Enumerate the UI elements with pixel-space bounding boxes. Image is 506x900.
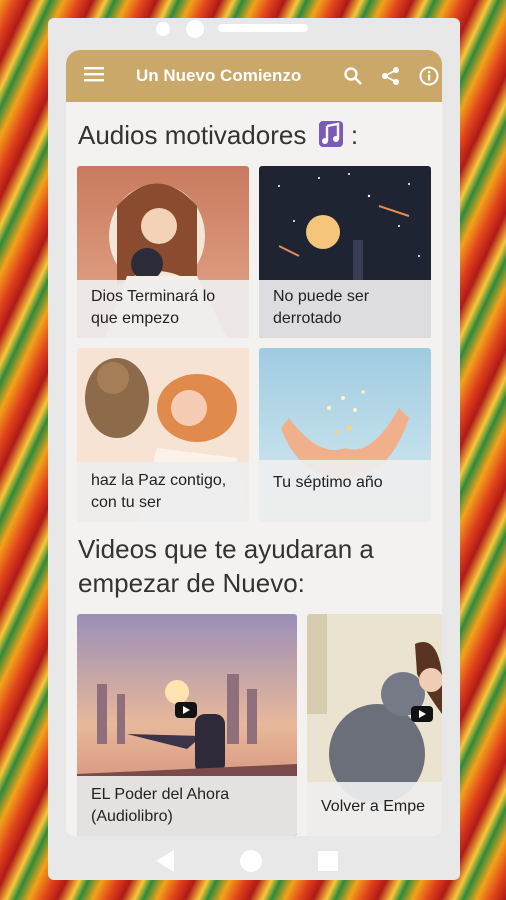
menu-icon[interactable]: [84, 66, 112, 87]
music-note-icon: [318, 121, 343, 147]
audio-card-4-title: Tu séptimo año: [259, 460, 431, 522]
audio-card-4[interactable]: Tu séptimo año: [259, 348, 431, 522]
sensor-dot: [186, 20, 204, 38]
video-2-play-icon[interactable]: [411, 706, 433, 722]
app-title: Un Nuevo Comienzo: [136, 66, 302, 85]
videos-heading: Videos que te ayudaran a empezar de Nuev…: [78, 534, 374, 598]
video-card-1-title: EL Poder del Ahora (Audiolibro): [77, 776, 297, 836]
video-card-1[interactable]: EL Poder del Ahora (Audiolibro): [77, 614, 297, 836]
audios-heading: Audios motivadores :: [78, 118, 358, 152]
share-icon[interactable]: [380, 65, 402, 87]
audios-heading-colon: :: [350, 120, 359, 150]
camera-dot: [156, 22, 170, 36]
video-card-2-title: Volver a Empe: [307, 782, 442, 836]
audio-card-2[interactable]: No puede ser derrotado: [259, 166, 431, 338]
recents-icon[interactable]: [318, 851, 338, 871]
video-card-2[interactable]: Volver a Empe: [307, 614, 442, 836]
video-1-play-icon[interactable]: [175, 702, 197, 718]
audio-card-3[interactable]: haz la Paz contigo, con tu ser: [77, 348, 249, 522]
search-icon[interactable]: [342, 65, 364, 87]
home-icon[interactable]: [240, 850, 262, 872]
info-icon[interactable]: [418, 65, 440, 87]
audio-card-1-title: Dios Terminará lo que empezo: [77, 280, 249, 338]
app-screen: Un Nuevo Comienzo Audios motivadores : D…: [66, 50, 442, 836]
audio-card-2-title: No puede ser derrotado: [259, 280, 431, 338]
back-icon[interactable]: [156, 850, 174, 872]
system-nav-bar: [48, 842, 460, 882]
speaker-bar: [218, 24, 308, 32]
audio-card-1[interactable]: Dios Terminará lo que empezo: [77, 166, 249, 338]
audio-card-3-title: haz la Paz contigo, con tu ser: [77, 462, 249, 522]
audios-heading-text: Audios motivadores: [78, 120, 307, 150]
app-bar: Un Nuevo Comienzo: [66, 50, 442, 102]
